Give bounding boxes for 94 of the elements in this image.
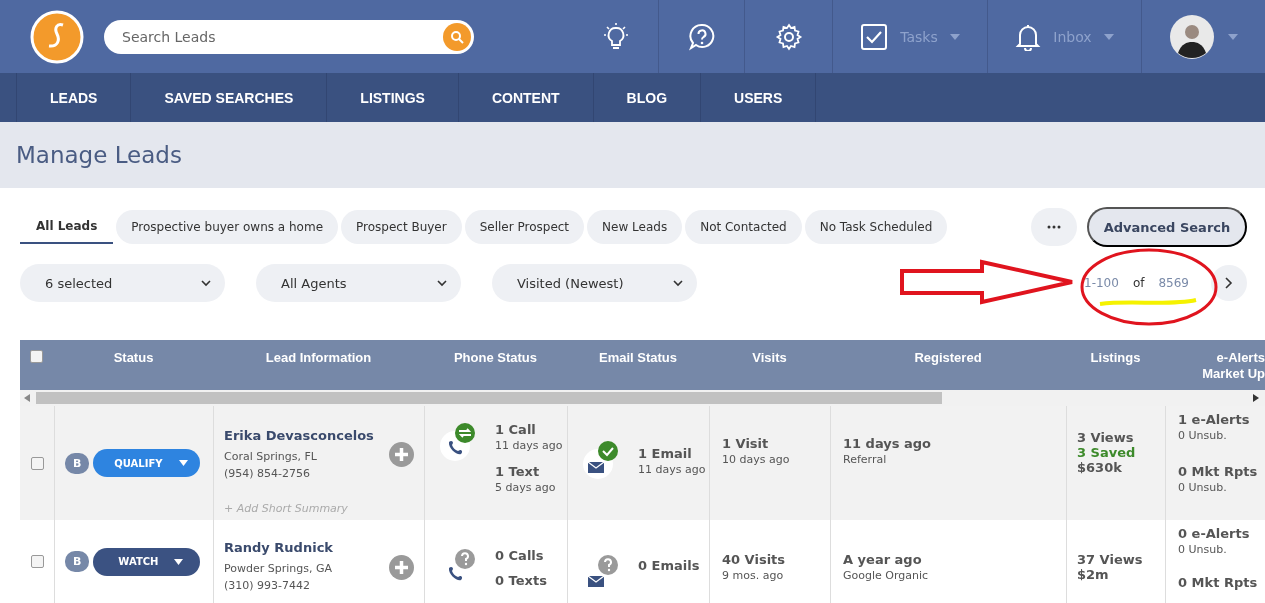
grade-badge: B: [65, 551, 90, 572]
lead-name[interactable]: Erika Devasconcelos: [224, 428, 376, 443]
alerts-unsubscribed: 0 Unsub.: [1178, 428, 1228, 444]
add-icon[interactable]: [389, 442, 414, 467]
visit-count: 1 Visit: [722, 436, 770, 451]
search-button[interactable]: [440, 19, 474, 54]
row-checkbox[interactable]: [30, 456, 44, 470]
caret-icon: [174, 558, 184, 565]
column-header[interactable]: Registered: [914, 350, 982, 366]
filter-tab[interactable]: Prospect Buyer: [341, 210, 462, 244]
settings-icon[interactable]: [774, 22, 803, 51]
text-time: 5 days ago: [495, 480, 557, 496]
advanced-search-button[interactable]: Advanced Search: [1087, 207, 1247, 247]
market-reports-count: 0 Mkt Rpts: [1178, 575, 1259, 590]
add-icon[interactable]: [389, 555, 414, 580]
filter-tab[interactable]: New Leads: [587, 210, 683, 244]
listing-views: 37 Views: [1077, 552, 1144, 567]
scroll-right-icon[interactable]: [1253, 394, 1259, 402]
status-dropdown[interactable]: WATCH: [93, 547, 201, 576]
column-header[interactable]: Listings: [1090, 350, 1141, 366]
email-time: 11 days ago: [638, 462, 706, 478]
visit-count: 40 Visits: [722, 552, 787, 567]
column-header[interactable]: e-Alerts: [1216, 350, 1265, 366]
column-header[interactable]: Lead Information: [265, 350, 372, 366]
status-dropdown[interactable]: QUALIFY: [93, 449, 201, 477]
search-field[interactable]: Search Leads: [104, 19, 440, 54]
filter-tab[interactable]: All Leads: [20, 210, 114, 244]
phone-active-icon: [439, 422, 477, 464]
chevron-right-icon: [1225, 277, 1233, 289]
caret-icon: [949, 33, 960, 40]
lead-source: Google Organic: [843, 568, 930, 584]
page-title: Manage Leads: [16, 142, 182, 168]
filter-dropdown[interactable]: Visited (Newest): [492, 264, 697, 302]
call-time: 11 days ago: [495, 438, 563, 454]
checkbox-icon[interactable]: [860, 22, 889, 51]
help-icon[interactable]: [687, 22, 716, 51]
column-header[interactable]: Visits: [752, 350, 787, 366]
page-total: 8569: [1158, 276, 1189, 290]
page-of: of: [1132, 276, 1145, 290]
email-sent-icon: [582, 438, 620, 480]
lead-source: Referral: [843, 452, 888, 468]
column-header[interactable]: Phone Status: [453, 350, 538, 366]
column-header[interactable]: Status: [113, 350, 154, 366]
scrollbar-thumb[interactable]: [36, 392, 942, 404]
alerts-count: 1 e-Alerts: [1178, 412, 1251, 427]
registered-time: 11 days ago: [843, 436, 933, 451]
filter-tab[interactable]: Not Contacted: [685, 210, 802, 244]
lightbulb-icon[interactable]: [601, 21, 631, 52]
scrollbar[interactable]: [20, 390, 1265, 406]
lead-name[interactable]: Randy Rudnick: [224, 540, 376, 555]
listing-views: 3 Views: [1077, 430, 1135, 445]
filter-dropdown[interactable]: 6 selected: [20, 264, 225, 302]
avatar[interactable]: [1169, 14, 1214, 59]
reports-unsubscribed: 0 Unsub.: [1178, 480, 1228, 496]
price-range: $630k: [1077, 460, 1123, 475]
caret-icon: [178, 460, 188, 466]
lead-location: Coral Springs, FL: [224, 449, 318, 465]
visit-time: 10 days ago: [722, 452, 791, 468]
lead-phone: (310) 993-7442: [224, 578, 312, 594]
row-checkbox[interactable]: [30, 555, 44, 568]
logo-icon[interactable]: [30, 9, 84, 64]
email-count: 0 Emails: [638, 558, 700, 573]
visit-time: 9 mos. ago: [722, 568, 785, 584]
market-reports-count: 0 Mkt Rpts: [1178, 464, 1259, 479]
listings-saved: 3 Saved: [1077, 445, 1137, 460]
registered-time: A year ago: [843, 552, 923, 567]
chevron-down-icon: [437, 279, 447, 287]
next-page-button[interactable]: [1211, 265, 1247, 301]
caret-icon: [1227, 33, 1238, 40]
page-range: 1-100: [1084, 276, 1119, 290]
more-icon: [1047, 225, 1061, 229]
bell-icon[interactable]: [1015, 22, 1042, 51]
chevron-down-icon: [201, 279, 211, 287]
lead-location: Powder Springs, GA: [224, 561, 333, 577]
call-count: 1 Call: [495, 422, 537, 437]
filter-tab[interactable]: Seller Prospect: [464, 210, 585, 244]
scroll-left-icon[interactable]: [24, 394, 30, 402]
alerts-unsubscribed: 0 Unsub.: [1178, 542, 1228, 558]
column-header[interactable]: Market Up: [1202, 366, 1265, 382]
price-range: $2m: [1077, 567, 1110, 582]
filter-tab[interactable]: No Task Scheduled: [804, 210, 948, 244]
call-count: 0 Calls: [495, 548, 545, 563]
text-count: 1 Text: [495, 464, 541, 479]
filter-tab[interactable]: Prospective buyer owns a home: [116, 210, 338, 244]
select-all-checkbox[interactable]: [30, 350, 43, 363]
caret-icon: [1103, 33, 1114, 40]
column-header[interactable]: Email Status: [599, 350, 677, 366]
grade-badge: B: [65, 452, 90, 474]
chevron-down-icon: [673, 279, 683, 287]
lead-phone: (954) 854-2756: [224, 466, 312, 482]
filter-dropdown[interactable]: All Agents: [256, 264, 461, 302]
text-count: 0 Texts: [495, 573, 547, 588]
email-count: 1 Email: [638, 446, 693, 461]
alerts-count: 0 e-Alerts: [1178, 526, 1251, 541]
